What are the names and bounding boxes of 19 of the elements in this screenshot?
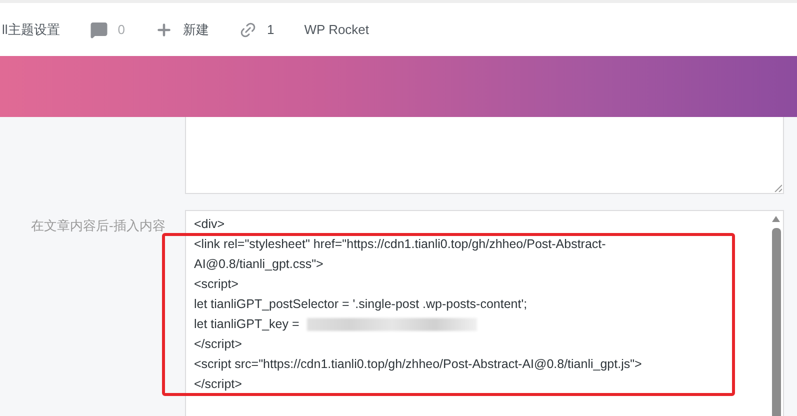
code-line: let tianliGPT_key = [194,316,300,333]
speech-bubble-icon [90,20,108,38]
code-line: <div> [194,216,225,233]
code-line: <script> [194,276,238,293]
field-label: 在文章内容后-插入内容 [31,218,166,233]
code-line: let tianliGPT_postSelector = '.single-post .wp-posts-content'; [194,296,528,313]
admin-bar-link[interactable]: 1 [239,20,274,40]
code-line: AI@0.8/tianli_gpt.css"> [194,256,324,273]
code-line: <script src="https://cdn1.tianli0.top/gh/zhheo/Post-Abstract-AI@0.8/tianli_gpt.js"> [194,356,642,373]
resize-handle-icon[interactable] [774,184,782,192]
scroll-up-arrow-icon[interactable] [772,216,780,222]
code-text-area[interactable] [185,210,784,416]
admin-bar-link[interactable]: ll主题设置 [2,20,60,40]
code-line: </script> [194,376,242,393]
code-line: </script> [194,336,242,353]
admin-bar-link[interactable]: WP Rocket [304,20,370,40]
code-line: <link rel="stylesheet" href="https://cdn1.tianli0.top/gh/zhheo/Post-Abstract- [194,236,606,253]
admin-bar-link[interactable]: 新建 [155,20,210,40]
plus-icon [155,20,174,38]
